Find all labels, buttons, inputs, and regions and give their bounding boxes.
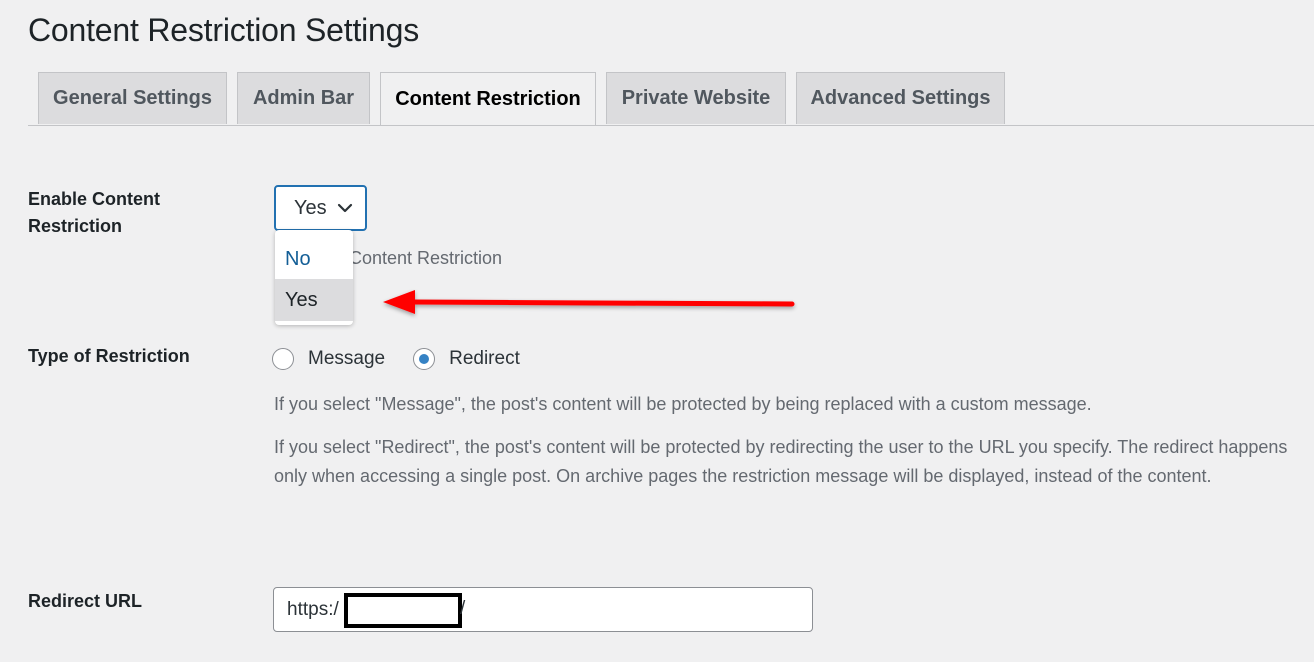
type-of-restriction-label: Type of Restriction bbox=[28, 346, 190, 366]
url-prefix: https:/ bbox=[287, 598, 339, 620]
tab-admin-bar[interactable]: Admin Bar bbox=[237, 72, 370, 124]
restriction-type-radio-group: Message Redirect bbox=[272, 344, 548, 374]
redirect-url-input[interactable]: https:/ / bbox=[273, 587, 813, 632]
enable-restriction-dropdown: No Yes bbox=[275, 230, 353, 325]
page-title: Content Restriction Settings bbox=[28, 12, 420, 48]
tab-advanced-settings[interactable]: Advanced Settings bbox=[796, 72, 1005, 124]
dropdown-option-no[interactable]: No bbox=[275, 238, 353, 280]
tab-general-settings[interactable]: General Settings bbox=[38, 72, 227, 124]
radio-redirect-label[interactable]: Redirect bbox=[449, 348, 520, 370]
url-suffix: / bbox=[460, 598, 466, 619]
radio-redirect[interactable] bbox=[413, 348, 436, 370]
red-arrow-annotation bbox=[383, 290, 795, 314]
help-text-redirect: If you select "Redirect", the post's con… bbox=[274, 437, 1288, 486]
tab-private-website[interactable]: Private Website bbox=[606, 72, 786, 124]
enable-restriction-description: Content Restriction bbox=[349, 248, 503, 268]
redirect-url-label: Redirect URL bbox=[28, 591, 143, 611]
help-text-message: If you select "Message", the post's cont… bbox=[274, 394, 1092, 414]
settings-tabs: General Settings Admin Bar Content Restr… bbox=[28, 72, 1314, 126]
radio-message-label[interactable]: Message bbox=[308, 348, 385, 370]
select-value: Yes bbox=[294, 196, 327, 219]
arrow-icon bbox=[383, 290, 795, 314]
chevron-down-icon bbox=[337, 203, 353, 213]
radio-message[interactable] bbox=[272, 348, 294, 370]
enable-restriction-select[interactable]: Yes bbox=[274, 185, 367, 231]
dropdown-option-yes[interactable]: Yes bbox=[275, 279, 353, 321]
redaction-box bbox=[344, 593, 462, 628]
enable-restriction-label: Enable Content Restriction bbox=[28, 189, 161, 236]
tab-content-restriction[interactable]: Content Restriction bbox=[380, 72, 596, 125]
